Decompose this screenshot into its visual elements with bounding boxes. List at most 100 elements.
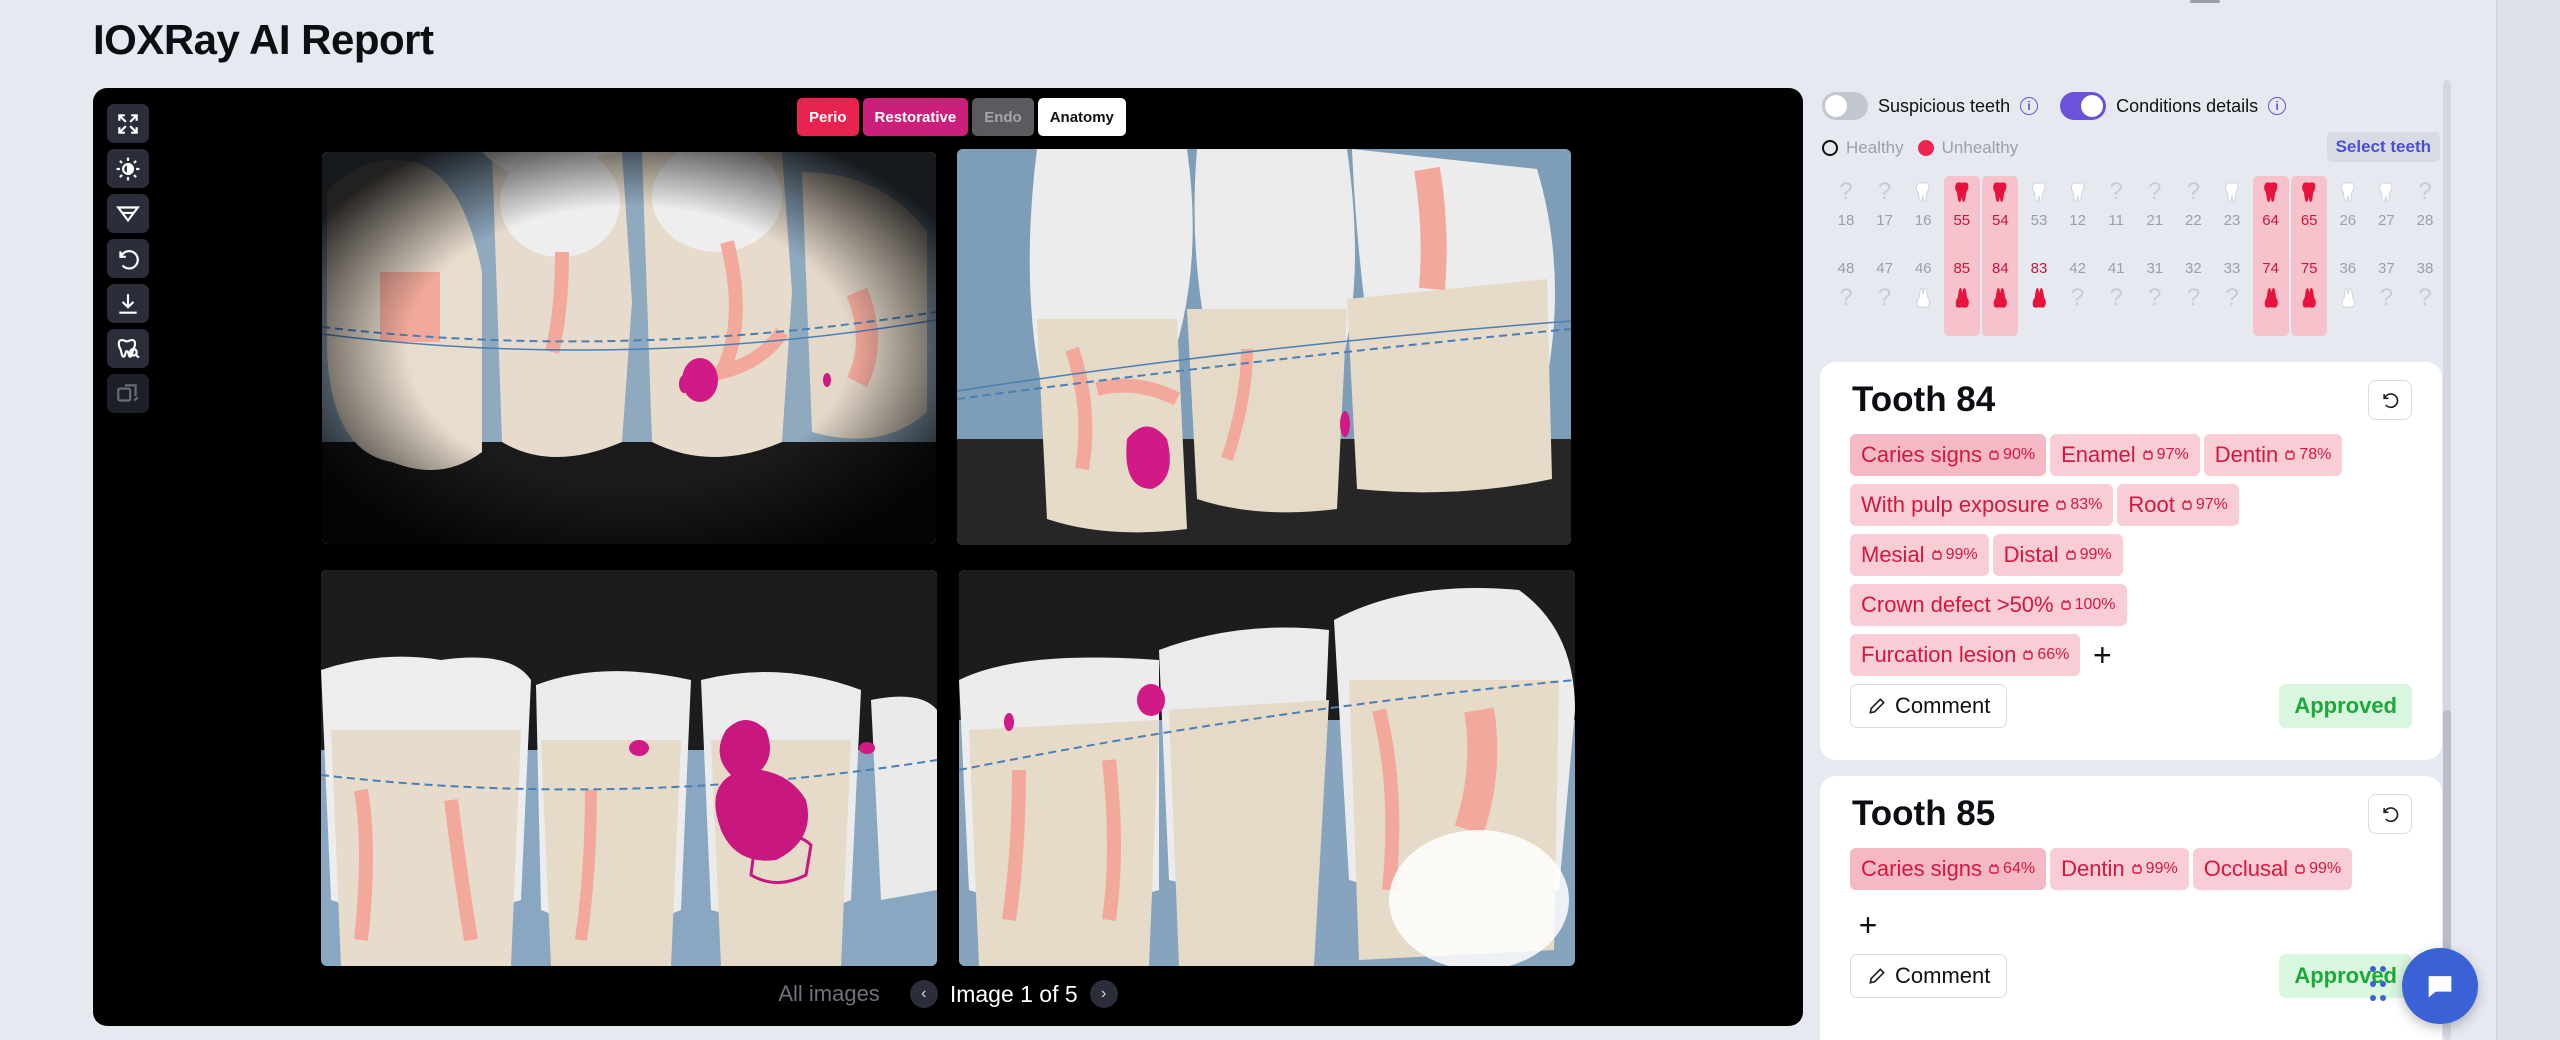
condition-tag[interactable]: Mesial 99% <box>1850 534 1989 576</box>
tooth-16[interactable]: 16 <box>1905 176 1941 252</box>
tooth-search-icon[interactable] <box>107 329 149 368</box>
filter-icon[interactable] <box>107 194 149 233</box>
tooth-11[interactable]: ? 11 <box>2098 176 2134 252</box>
tooth-17[interactable]: ? 17 <box>1867 176 1903 252</box>
tooth-28[interactable]: ? 28 <box>2407 176 2443 252</box>
chevron-left-icon[interactable]: ‹ <box>909 980 938 1008</box>
tooth-23[interactable]: 23 <box>2214 176 2250 252</box>
condition-tag[interactable]: Enamel 97% <box>2050 434 2200 476</box>
tooth-26[interactable]: 26 <box>2330 176 2366 252</box>
brightness-icon[interactable] <box>107 149 149 188</box>
condition-label: With pulp exposure <box>1861 492 2050 517</box>
confidence-value: 64% <box>1988 860 2035 878</box>
info-icon[interactable]: i <box>2020 97 2039 115</box>
approved-badge[interactable]: Approved <box>2279 954 2412 998</box>
unknown-tooth-icon: ? <box>1877 178 1892 205</box>
tooth-83[interactable]: 83 <box>2021 256 2057 332</box>
tooth-27[interactable]: 27 <box>2368 176 2404 252</box>
tooth-36[interactable]: 36 <box>2330 256 2366 332</box>
xray-image-top-right[interactable] <box>957 149 1571 545</box>
condition-tag[interactable]: Caries signs 64% <box>1850 848 2047 890</box>
comment-button[interactable]: Comment <box>1850 954 2008 998</box>
tooth-18[interactable]: ? 18 <box>1828 176 1864 252</box>
unknown-tooth-icon: ? <box>2070 284 2085 311</box>
condition-tag[interactable]: Dentin 78% <box>2203 434 2343 476</box>
condition-tag[interactable]: Furcation lesion 66% <box>1850 634 2081 676</box>
download-icon[interactable] <box>107 284 149 323</box>
tooth-85[interactable]: 85 <box>1944 256 1980 332</box>
condition-tag[interactable]: With pulp exposure 83% <box>1850 484 2114 526</box>
xray-viewer[interactable]: Perio Restorative Endo Anatomy All image… <box>93 88 1803 1026</box>
ai-icon <box>2182 500 2192 510</box>
filter-endo[interactable]: Endo <box>972 98 1034 136</box>
suspicious-teeth-toggle[interactable] <box>1822 92 1868 120</box>
condition-tag[interactable]: Dentin 99% <box>2050 848 2189 890</box>
condition-tag[interactable]: Distal 99% <box>1992 534 2123 576</box>
unknown-tooth-icon: ? <box>1839 178 1853 205</box>
add-condition-icon[interactable]: + <box>1850 904 1886 946</box>
tooth-75[interactable]: 75 <box>2291 256 2327 332</box>
comment-button[interactable]: Comment <box>1850 684 2008 728</box>
tooth-icon <box>2330 176 2366 208</box>
tooth-21[interactable]: ? 21 <box>2137 176 2173 252</box>
tooth-icon <box>2021 176 2057 208</box>
tooth-card-title: Tooth 85 <box>1852 794 1996 833</box>
tooth-53[interactable]: 53 <box>2021 176 2057 252</box>
unknown-tooth-icon: ? <box>2186 284 2201 311</box>
ai-icon <box>2131 864 2142 874</box>
condition-tag[interactable]: Occlusal 99% <box>2192 848 2353 890</box>
tooth-icon <box>2291 176 2327 208</box>
unknown-tooth-icon: ? <box>2148 284 2162 311</box>
unknown-tooth-icon: ? <box>1839 284 1853 311</box>
condition-label: Furcation lesion <box>1861 642 2017 667</box>
condition-label: Dentin <box>2061 856 2125 881</box>
xray-image-bottom-left[interactable] <box>321 570 937 966</box>
expand-icon[interactable] <box>107 104 149 143</box>
chat-icon[interactable] <box>2402 948 2478 1024</box>
apps-grid-icon[interactable] <box>2370 966 2390 1006</box>
all-images-link[interactable]: All images <box>778 981 879 1007</box>
tooth-card: Tooth 84 Caries signs 90% Enamel 97% Dentin 7… <box>1820 362 2442 760</box>
approved-badge[interactable]: Approved <box>2279 684 2412 728</box>
tooth-chart: ? 18? 17 16 55 54 53 12? 11? 21? 22 23 64 65 26 27? 28 48… <box>1820 176 2446 336</box>
confidence-value: 97% <box>2181 496 2228 514</box>
condition-tag[interactable]: Crown defect >50% 100% <box>1850 584 2127 626</box>
tooth-84[interactable]: 84 <box>1982 256 2018 332</box>
tooth-icon <box>1905 176 1941 208</box>
ai-icon <box>2142 450 2153 460</box>
tooth-12[interactable]: 12 <box>2060 176 2096 252</box>
condition-label: Distal <box>2003 542 2059 567</box>
viewer-toolbar <box>107 104 149 413</box>
copy-export-icon[interactable] <box>107 374 149 413</box>
condition-tag[interactable]: Caries signs 90% <box>1850 434 2047 476</box>
xray-image-bottom-right[interactable] <box>959 570 1575 966</box>
tooth-42[interactable]: 42? <box>2060 256 2096 332</box>
tooth-32[interactable]: 32? <box>2175 256 2211 332</box>
undo-icon[interactable] <box>2368 794 2412 834</box>
add-condition-icon[interactable]: + <box>2084 634 2120 676</box>
toggle-row: Suspicious teeth i Conditions details i <box>1822 92 2287 120</box>
tooth-48[interactable]: 48? <box>1828 256 1864 332</box>
filter-anatomy[interactable]: Anatomy <box>1037 98 1126 136</box>
condition-tag[interactable]: Root 97% <box>2117 484 2239 526</box>
comment-label: Comment <box>1895 693 1991 718</box>
tooth-37[interactable]: 37? <box>2368 256 2404 332</box>
filter-perio[interactable]: Perio <box>797 98 859 136</box>
undo-icon[interactable] <box>107 239 149 278</box>
select-teeth-button[interactable]: Select teeth <box>2326 132 2440 162</box>
tooth-74[interactable]: 74 <box>2253 256 2289 332</box>
tooth-31[interactable]: 31? <box>2137 256 2173 332</box>
chevron-right-icon[interactable]: › <box>1089 980 1118 1008</box>
undo-icon[interactable] <box>2368 380 2412 420</box>
conditions-details-toggle[interactable] <box>2060 92 2107 120</box>
info-icon[interactable]: i <box>2268 97 2287 115</box>
tooth-47[interactable]: 47? <box>1867 256 1903 332</box>
tooth-22[interactable]: ? 22 <box>2175 176 2211 252</box>
filter-restorative[interactable]: Restorative <box>862 98 969 136</box>
tooth-41[interactable]: 41? <box>2098 256 2134 332</box>
confidence-value: 99% <box>2065 546 2112 564</box>
tooth-46[interactable]: 46 <box>1905 256 1941 332</box>
xray-image-top-left[interactable] <box>322 152 936 544</box>
tooth-33[interactable]: 33? <box>2214 256 2250 332</box>
tooth-38[interactable]: 38? <box>2407 256 2443 332</box>
